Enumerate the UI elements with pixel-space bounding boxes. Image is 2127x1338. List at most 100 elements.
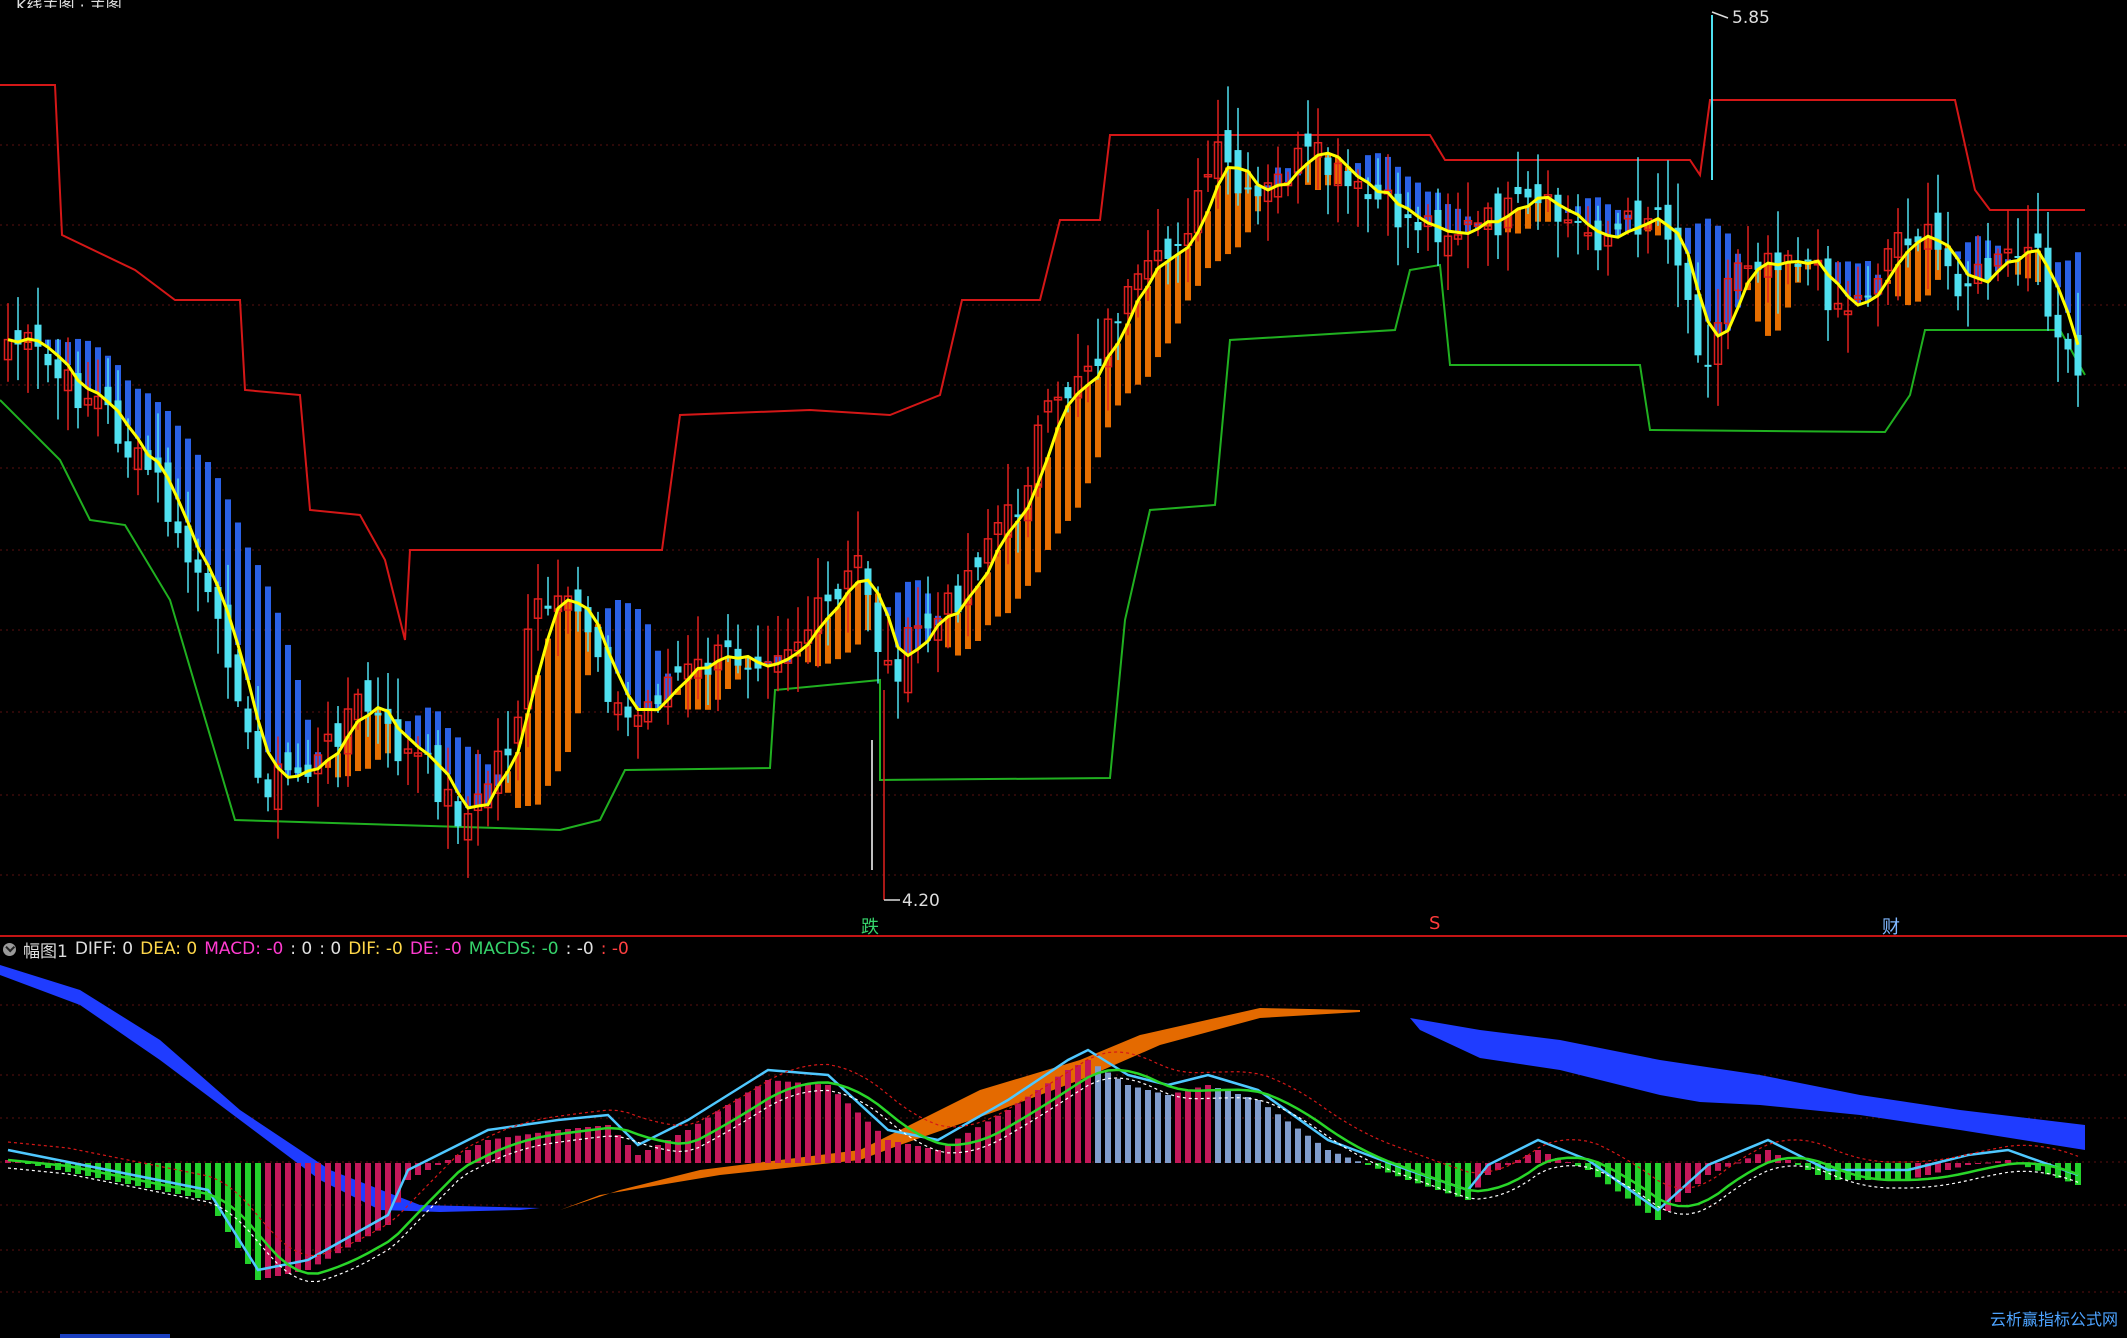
- indicator-legend[interactable]: 幅图1 DIFF: 0 DEA: 0 MACD: -0: 0: 0 DIF: -0 DE…: [0, 936, 643, 962]
- candle-body-134: [1344, 170, 1352, 187]
- candle-body-67: [674, 666, 682, 673]
- macd-bar-189: [1895, 1163, 1901, 1180]
- candle-body-25: [254, 731, 262, 778]
- macd-bar-103: [1035, 1090, 1041, 1163]
- candle-body-186: [1864, 295, 1872, 298]
- macd-bar-86: [865, 1121, 871, 1163]
- candle-body-161: [1614, 223, 1622, 230]
- candle-body-33: [334, 723, 342, 747]
- macd-bar-125: [1255, 1100, 1261, 1163]
- macd-bar-76: [765, 1080, 771, 1163]
- scroll-strip[interactable]: [60, 1334, 170, 1338]
- macd-bar-135: [1355, 1161, 1361, 1163]
- macd-bar-113: [1135, 1087, 1141, 1163]
- macd-bar-131: [1315, 1142, 1321, 1163]
- candle-body-19: [194, 559, 202, 573]
- candle-body-165: [1654, 207, 1662, 210]
- macd-bar-105: [1055, 1076, 1061, 1163]
- macd-bar-84: [845, 1103, 851, 1163]
- candle-body-62: [624, 706, 632, 718]
- macd-bar-188: [1885, 1163, 1891, 1180]
- candle-body-155: [1554, 194, 1562, 222]
- candle-body-20: [204, 572, 212, 593]
- macd-bar-175: [1755, 1154, 1761, 1163]
- macd-bar-200: [2005, 1160, 2011, 1163]
- macd-bar-190: [1905, 1163, 1911, 1180]
- indicator-value-1: DEA: 0: [140, 939, 198, 959]
- macd-bar-205: [2055, 1163, 2061, 1178]
- ribbon-bar-54: [545, 638, 551, 786]
- macd-bar-26: [265, 1163, 271, 1278]
- macd-bar-179: [1795, 1163, 1801, 1165]
- macd-bar-95: [955, 1138, 961, 1163]
- candle-body-195: [1954, 273, 1962, 297]
- macd-bar-171: [1715, 1163, 1721, 1171]
- candle-body-17: [174, 521, 182, 534]
- candle-body-28: [284, 752, 292, 771]
- macd-bar-58: [585, 1127, 591, 1163]
- candle-body-23: [234, 654, 242, 702]
- macd-bar-83: [835, 1094, 841, 1163]
- candle-body-54: [544, 605, 552, 609]
- candle-body-12: [124, 441, 132, 458]
- indicator-name[interactable]: 幅图1: [23, 937, 68, 962]
- candle-body-5: [54, 359, 62, 379]
- macd-bar-15: [155, 1163, 161, 1190]
- macd-bar-195: [1955, 1163, 1961, 1168]
- price-channel: [0, 84, 2086, 832]
- stock-chart[interactable]: [0, 0, 2127, 1338]
- event-marker-1: S: [1429, 913, 1441, 934]
- candle-body-36: [364, 680, 372, 712]
- indicator-value-6: DE: -0: [409, 939, 462, 959]
- macd-bar-121: [1215, 1088, 1221, 1163]
- candle-body-83: [834, 588, 842, 600]
- candle-body-182: [1824, 258, 1832, 311]
- candle-body-124: [1244, 187, 1252, 190]
- macd-bar-97: [975, 1127, 981, 1163]
- macd-bar-122: [1225, 1091, 1231, 1163]
- candle-body-74: [744, 667, 752, 670]
- macd-bar-60: [605, 1125, 611, 1163]
- candle-body-72: [724, 640, 732, 648]
- ribbon-bar-62: [625, 603, 631, 695]
- candle-body-82: [824, 594, 832, 602]
- candle-body-123: [1234, 150, 1242, 194]
- indicator-toggle-icon[interactable]: [3, 942, 16, 956]
- candle-body-29: [294, 767, 302, 773]
- ribbon-bar-20: [205, 462, 211, 566]
- macd-bar-45: [455, 1155, 461, 1163]
- indicator-value-9: : -0: [600, 939, 629, 959]
- candle-body-132: [1324, 157, 1332, 175]
- macd-bar-104: [1045, 1083, 1051, 1163]
- macd-bar-94: [945, 1144, 951, 1163]
- candle-body-193: [1934, 212, 1942, 250]
- macd-bar-43: [435, 1163, 441, 1165]
- candle-body-50: [504, 748, 512, 756]
- candle-body-43: [434, 745, 442, 803]
- ribbon-bar-97: [975, 585, 981, 641]
- ribbon-bar-61: [615, 599, 621, 674]
- macd-bar-44: [445, 1160, 451, 1163]
- candle-body-168: [1684, 262, 1692, 300]
- candle-body-65: [654, 695, 662, 705]
- candle-body-152: [1524, 188, 1532, 198]
- trend-ribbon: [15, 153, 2081, 808]
- macd-bar-111: [1115, 1078, 1121, 1163]
- macd-bar-185: [1855, 1163, 1861, 1180]
- band-blue-right: [1410, 1018, 2085, 1150]
- event-marker-0: 跌: [861, 917, 879, 938]
- macd-bar-59: [595, 1126, 601, 1163]
- ribbon-bar-99: [995, 549, 1001, 617]
- macd-bar-28: [285, 1163, 291, 1274]
- macd-bar-110: [1105, 1072, 1111, 1163]
- macd-bar-91: [915, 1146, 921, 1163]
- macd-bar-80: [805, 1083, 811, 1163]
- candle-body-111: [1114, 321, 1122, 324]
- high-price-label: 5.85: [1732, 8, 1770, 28]
- macd-bar-156: [1565, 1162, 1571, 1163]
- resistance-line: [0, 84, 2085, 641]
- ribbon-bar-115: [1155, 268, 1161, 358]
- macd-bar-72: [725, 1105, 731, 1163]
- macd-bar-64: [645, 1150, 651, 1163]
- candle-body-87: [874, 602, 882, 652]
